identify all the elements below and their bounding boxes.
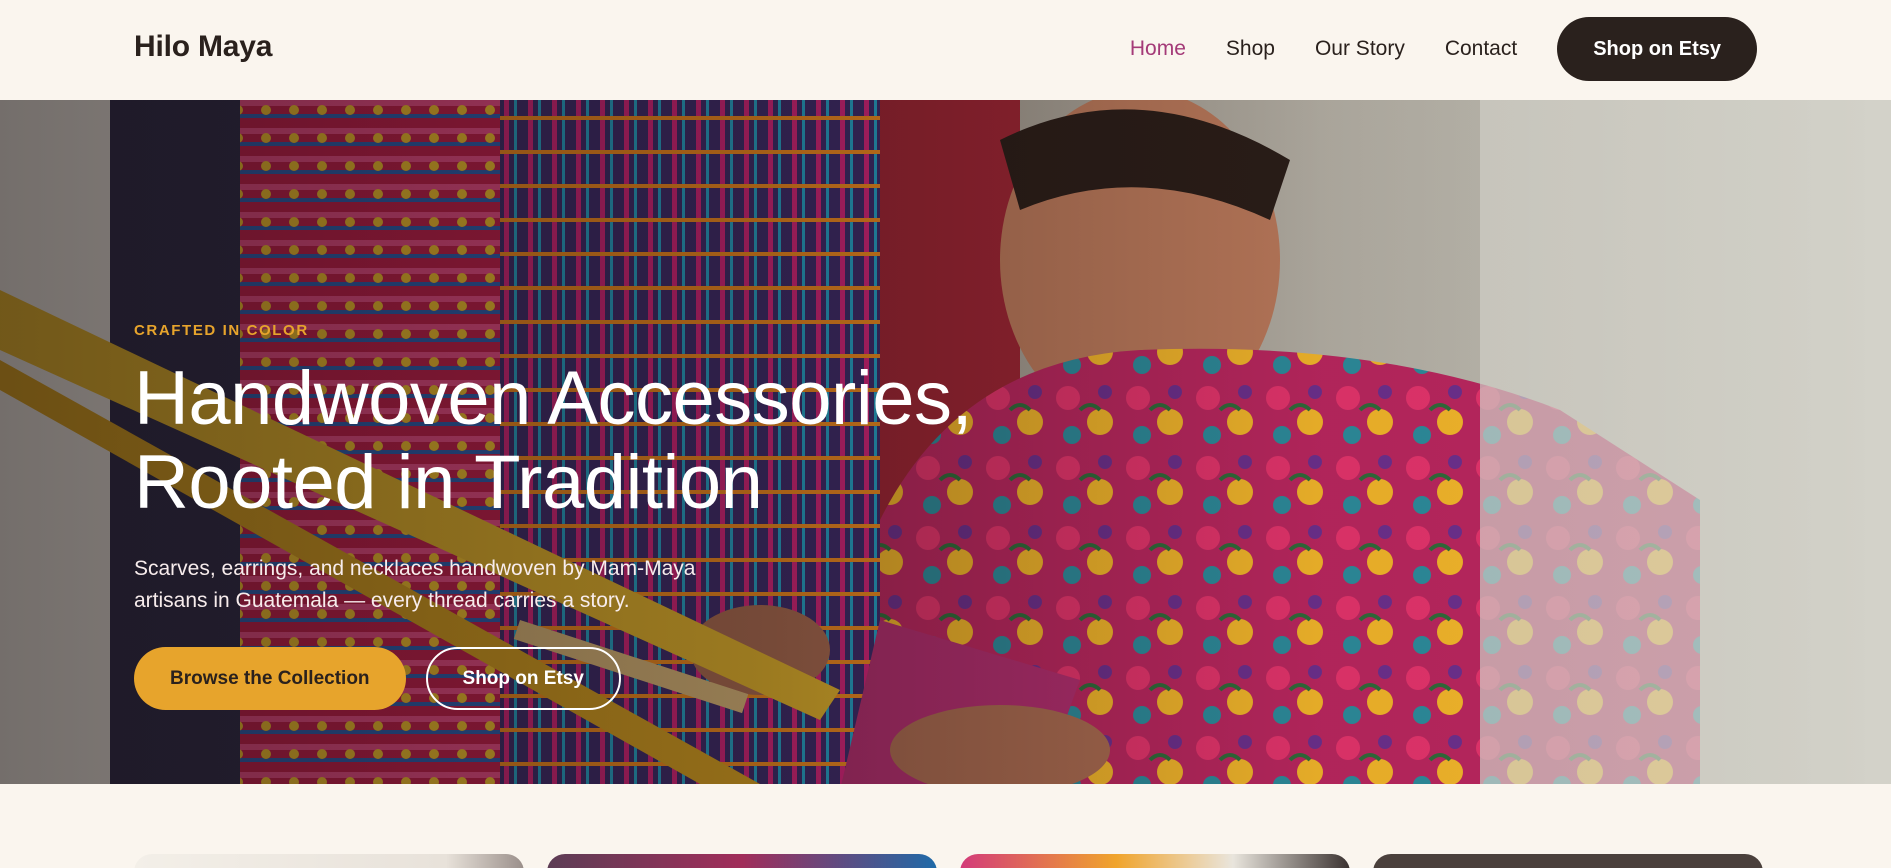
hero-title-line-1: Handwoven Accessories, bbox=[134, 356, 973, 441]
nav-our-story-link[interactable]: Our Story bbox=[1315, 37, 1405, 61]
hero-shop-on-etsy-button[interactable]: Shop on Etsy bbox=[425, 647, 621, 710]
category-card[interactable] bbox=[134, 854, 524, 868]
nav-contact-link[interactable]: Contact bbox=[1445, 37, 1517, 61]
hero-actions: Browse the Collection Shop on Etsy bbox=[134, 647, 1114, 710]
hero-section: CRAFTED IN COLOR Handwoven Accessories, … bbox=[0, 100, 1891, 784]
nav-shop-link[interactable]: Shop bbox=[1226, 37, 1275, 61]
site-header: Hilo Maya Home Shop Our Story Contact Sh… bbox=[0, 0, 1891, 100]
hero-subtitle: Scarves, earrings, and necklaces handwov… bbox=[134, 553, 794, 617]
hero-title-line-2: Rooted in Tradition bbox=[134, 440, 763, 525]
category-card[interactable] bbox=[1373, 854, 1763, 868]
brand-logo[interactable]: Hilo Maya bbox=[134, 30, 272, 64]
browse-collection-button[interactable]: Browse the Collection bbox=[134, 647, 406, 710]
hero-subtitle-line-2: artisans in Guatemala — every thread car… bbox=[134, 589, 630, 612]
main-nav: Home Shop Our Story Contact Shop on Etsy bbox=[1090, 17, 1757, 81]
category-cards-row bbox=[134, 854, 1763, 868]
hero-title: Handwoven Accessories, Rooted in Traditi… bbox=[134, 357, 1114, 525]
hero-subtitle-line-1: Scarves, earrings, and necklaces handwov… bbox=[134, 557, 696, 580]
category-card[interactable] bbox=[960, 854, 1350, 868]
hero-content: CRAFTED IN COLOR Handwoven Accessories, … bbox=[134, 322, 1114, 710]
category-card[interactable] bbox=[547, 854, 937, 868]
nav-home-link[interactable]: Home bbox=[1130, 37, 1186, 61]
header-shop-on-etsy-button[interactable]: Shop on Etsy bbox=[1557, 17, 1757, 81]
hero-eyebrow: CRAFTED IN COLOR bbox=[134, 322, 309, 339]
